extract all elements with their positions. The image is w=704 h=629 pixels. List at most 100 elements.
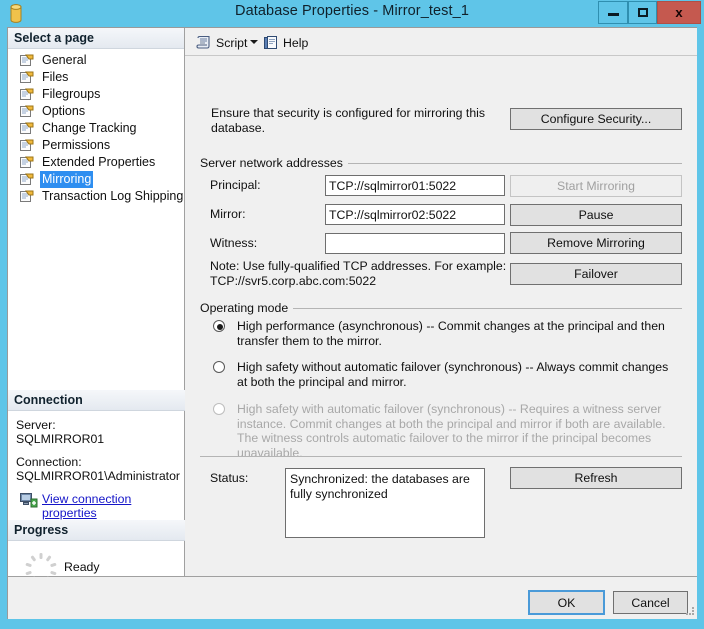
sidebar-item-extended-properties[interactable]: Extended Properties [8, 154, 184, 171]
chevron-down-icon[interactable] [250, 40, 258, 44]
sidebar-item-change-tracking[interactable]: Change Tracking [8, 120, 184, 137]
pause-button[interactable]: Pause [510, 204, 682, 226]
sidebar: Select a page General Files Filegroups O… [8, 28, 185, 585]
view-connection-properties-row[interactable]: View connection properties [16, 492, 177, 520]
sidebar-item-mirroring[interactable]: Mirroring [8, 171, 184, 188]
page-icon [20, 122, 34, 135]
select-a-page-header: Select a page [8, 28, 184, 49]
sidebar-item-label: Filegroups [42, 87, 101, 101]
radio-unselected-icon [213, 361, 225, 373]
ok-button[interactable]: OK [528, 590, 605, 615]
sidebar-item-label: Change Tracking [42, 121, 137, 135]
connection-value: SQLMIRROR01\Administrator [16, 469, 181, 483]
minimize-button[interactable] [598, 1, 628, 24]
radio-label: High performance (asynchronous) -- Commi… [237, 319, 665, 348]
help-icon [264, 35, 277, 49]
maximize-button[interactable] [628, 1, 657, 24]
server-group: Server: SQLMIRROR01 [16, 418, 177, 446]
close-icon: x [675, 5, 683, 20]
sidebar-item-label: General [42, 53, 87, 67]
connection-group: Connection: SQLMIRROR01\Administrator [16, 455, 181, 483]
connection-header: Connection [8, 390, 185, 411]
radio-high-performance[interactable]: High performance (asynchronous) -- Commi… [210, 319, 680, 348]
page-icon [20, 190, 34, 203]
close-button[interactable]: x [657, 1, 701, 24]
connection-body: Server: SQLMIRROR01 Connection: SQLMIRRO… [8, 411, 185, 520]
script-icon [196, 35, 210, 49]
page-icon [20, 54, 34, 67]
note-text: Note: Use fully-qualified TCP addresses.… [210, 259, 507, 288]
sidebar-item-files[interactable]: Files [8, 69, 184, 86]
title-bar: Database Properties - Mirror_test_1 x [0, 0, 704, 27]
sidebar-item-label: Extended Properties [42, 155, 156, 169]
server-value: SQLMIRROR01 [16, 432, 105, 446]
help-button-label: Help [283, 35, 309, 50]
status-label: Status: [210, 471, 249, 485]
page-icon [20, 173, 34, 186]
refresh-button[interactable]: Refresh [510, 467, 682, 489]
page-icon [20, 139, 34, 152]
connection-label: Connection: [16, 455, 82, 469]
page-icon [20, 88, 34, 101]
sidebar-item-label: Mirroring [40, 171, 94, 188]
script-button[interactable]: Script [196, 33, 247, 52]
dialog-footer: OK Cancel [8, 577, 697, 619]
script-button-label: Script [216, 35, 248, 50]
sidebar-item-label: Permissions [42, 138, 111, 152]
radio-high-safety-no-failover[interactable]: High safety without automatic failover (… [210, 360, 680, 389]
sidebar-item-options[interactable]: Options [8, 103, 184, 120]
radio-label: High safety with automatic failover (syn… [237, 402, 666, 460]
witness-input[interactable] [325, 233, 505, 254]
group-divider [200, 456, 682, 457]
intro-text: Ensure that security is configured for m… [211, 106, 486, 135]
sidebar-item-label: Transaction Log Shipping [42, 189, 184, 203]
toolbar: Script Help [185, 28, 697, 56]
cancel-label: Cancel [631, 595, 670, 610]
page-icon [20, 105, 34, 118]
page-icon [20, 71, 34, 84]
sidebar-item-transaction-log-shipping[interactable]: Transaction Log Shipping [8, 188, 184, 205]
radio-selected-icon [213, 320, 225, 332]
configure-security-label: Configure Security... [540, 112, 652, 126]
operating-mode-label: Operating mode [200, 301, 294, 315]
status-text-box[interactable]: Synchronized: the databases are fully sy… [285, 468, 485, 538]
sidebar-item-label: Files [42, 70, 69, 84]
maximize-icon [637, 8, 648, 17]
sidebar-item-general[interactable]: General [8, 52, 184, 69]
view-connection-properties-link[interactable]: View connection properties [42, 492, 131, 520]
radio-high-safety-auto-failover: High safety with automatic failover (syn… [210, 402, 680, 460]
connection-section: Connection Server: SQLMIRROR01 Connectio… [8, 390, 185, 520]
start-mirroring-label: Start Mirroring [557, 179, 635, 193]
server-network-addresses-label: Server network addresses [200, 156, 348, 170]
sidebar-item-label: Options [42, 104, 86, 118]
start-mirroring-button[interactable]: Start Mirroring [510, 175, 682, 197]
help-button[interactable]: Help [263, 33, 308, 52]
principal-input[interactable] [325, 175, 505, 196]
dialog-client-area: Select a page General Files Filegroups O… [7, 27, 697, 619]
minimize-icon [607, 13, 619, 16]
progress-header: Progress [8, 520, 185, 541]
principal-label: Principal: [210, 178, 261, 192]
database-properties-dialog: Database Properties - Mirror_test_1 x Se… [0, 0, 704, 629]
failover-button[interactable]: Failover [510, 263, 682, 285]
page-icon [20, 156, 34, 169]
radio-disabled-icon [213, 403, 225, 415]
cancel-button[interactable]: Cancel [613, 591, 688, 614]
radio-label: High safety without automatic failover (… [237, 360, 669, 389]
mirror-input[interactable] [325, 204, 505, 225]
sidebar-item-filegroups[interactable]: Filegroups [8, 86, 184, 103]
remove-mirroring-label: Remove Mirroring [547, 236, 645, 250]
resize-grip[interactable] [684, 604, 696, 616]
progress-status-text: Ready [64, 560, 100, 574]
page-list: General Files Filegroups Options Change … [8, 49, 184, 205]
sidebar-item-permissions[interactable]: Permissions [8, 137, 184, 154]
configure-security-button[interactable]: Configure Security... [510, 108, 682, 130]
refresh-label: Refresh [574, 471, 618, 485]
ok-label: OK [557, 595, 576, 610]
failover-label: Failover [574, 267, 618, 281]
remove-mirroring-button[interactable]: Remove Mirroring [510, 232, 682, 254]
mirror-label: Mirror: [210, 207, 246, 221]
server-label: Server: [16, 418, 56, 432]
computer-icon [20, 492, 38, 508]
pause-label: Pause [578, 208, 614, 222]
